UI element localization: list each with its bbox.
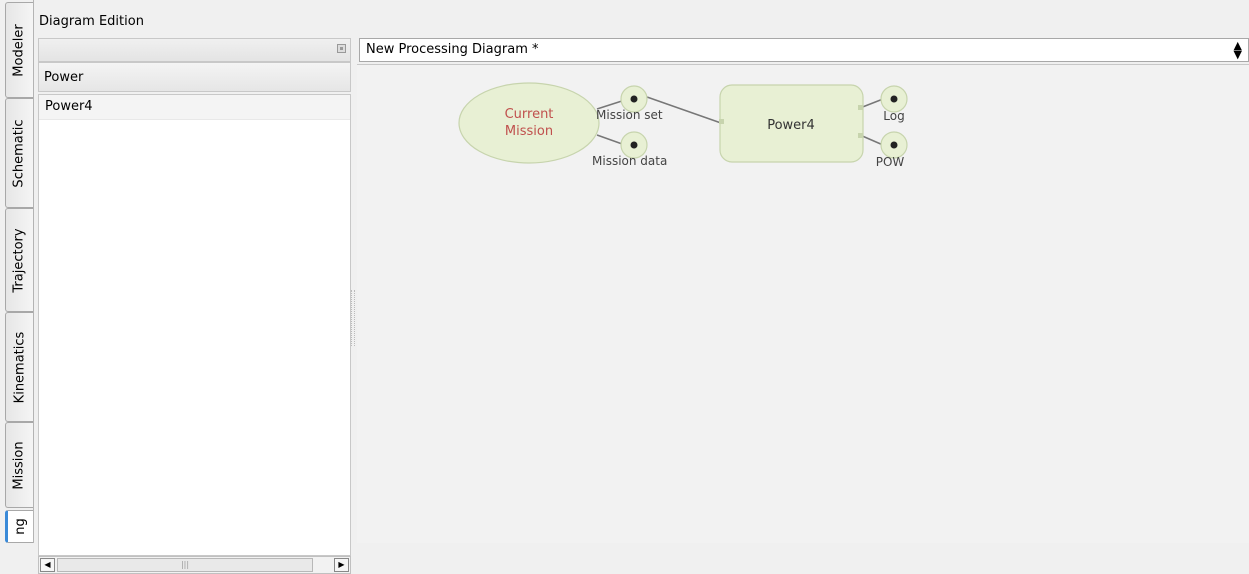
node-label: Current (505, 107, 554, 122)
port-log[interactable]: Log (880, 85, 908, 123)
diagram-svg: Current Mission Mission set Mission data… (458, 82, 908, 169)
node-list: Power4 (38, 94, 351, 556)
node-label: Power4 (767, 118, 815, 133)
arrow-right-icon[interactable]: ▶ (334, 558, 349, 572)
port-label: Mission set (596, 108, 663, 122)
port-pow[interactable]: POW (876, 131, 908, 169)
diagram-canvas[interactable]: Current Mission Mission set Mission data… (357, 64, 1249, 543)
source-node-current-mission[interactable]: Current Mission (458, 82, 600, 164)
tab-schematic[interactable]: Schematic (5, 98, 33, 208)
vertical-tab-bar: Modeler Schematic Trajectory Kinematics … (0, 0, 34, 543)
arrow-left-icon[interactable]: ◀ (40, 558, 55, 572)
node-label: Mission (505, 124, 553, 139)
panel-header (38, 38, 351, 62)
diagram-select[interactable]: New Processing Diagram * ▲ ▼ (359, 38, 1249, 62)
tab-trajectory[interactable]: Trajectory (5, 208, 33, 312)
port-label: Mission data (592, 154, 667, 168)
node-library-panel: Power Power4 ◀ ||| ▶ (38, 38, 351, 574)
tab-label: Modeler (12, 23, 27, 77)
tab-mission[interactable]: Mission (5, 422, 33, 508)
panel-splitter[interactable] (351, 290, 355, 346)
category-header[interactable]: Power (38, 62, 351, 92)
updown-arrows-icon: ▲ ▼ (1233, 39, 1242, 61)
tab-label: Kinematics (12, 331, 28, 403)
tab-label: Trajectory (12, 227, 27, 293)
tab-label: Schematic (12, 118, 27, 188)
float-icon[interactable] (337, 44, 346, 53)
port-mission-set[interactable]: Mission set (596, 85, 663, 122)
scrollbar-thumb[interactable]: ||| (57, 558, 313, 572)
tab-kinematics[interactable]: Kinematics (5, 312, 33, 422)
tab-processing[interactable]: ng (5, 510, 33, 543)
diagram-select-value: New Processing Diagram * (366, 42, 539, 57)
horizontal-scrollbar[interactable]: ◀ ||| ▶ (38, 556, 351, 574)
port-label: POW (876, 155, 905, 169)
tab-label: Mission (12, 440, 27, 490)
list-item[interactable]: Power4 (39, 95, 350, 120)
tab-label: ng (13, 518, 28, 535)
tab-modeler[interactable]: Modeler (5, 2, 33, 98)
process-node-power4[interactable]: Power4 (719, 84, 864, 163)
port-label: Log (883, 109, 904, 123)
panel-title: Diagram Edition (39, 14, 144, 29)
